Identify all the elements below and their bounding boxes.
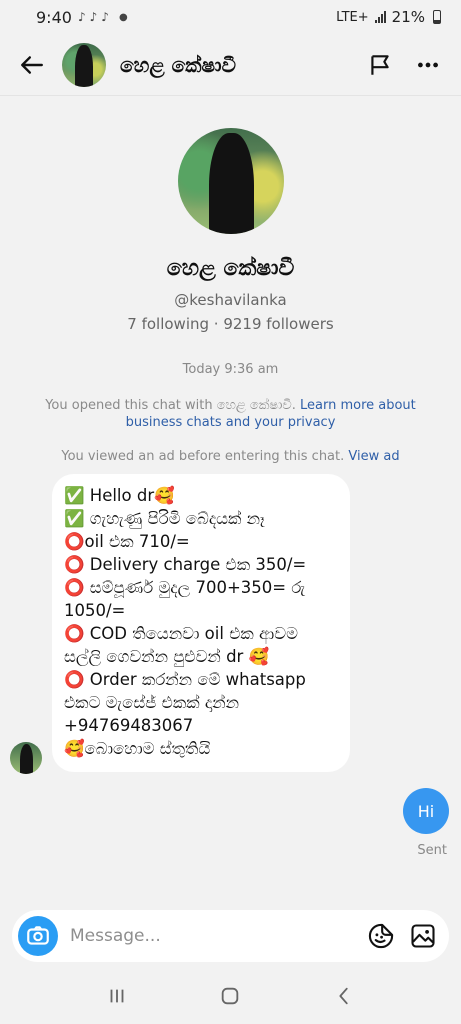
- outgoing-message-bubble[interactable]: Hi: [403, 788, 449, 834]
- message-line: ⭕ Order කරන්න මේ whatsapp එකට මැසේජ් එකක…: [64, 670, 306, 735]
- message-line: ✅ ගැහැණු පිරිමි බේදයක් නෑ: [64, 509, 265, 528]
- home-button[interactable]: [210, 976, 250, 1016]
- message-composer: [12, 910, 449, 962]
- header-title[interactable]: හෙළ කේෂාවී: [120, 53, 236, 77]
- header-actions: [367, 52, 447, 78]
- more-notifications-icon: ●: [118, 11, 128, 23]
- tiktok-icon: ♪: [101, 10, 109, 24]
- signal-icon: [374, 11, 386, 23]
- message-line: ⭕ සම්පූර්ණ මුදල 700+350= රු 1050/=: [64, 578, 306, 620]
- notice-text: You opened this chat with හෙළ කේෂාවී.: [45, 398, 296, 413]
- system-nav-bar: [0, 968, 461, 1024]
- incoming-message-bubble[interactable]: ✅ Hello dr🥰 ✅ ගැහැණු පිරිමි බේදයක් නෑ ⭕o…: [52, 474, 350, 772]
- profile-card: හෙළ කේෂාවී @keshavilanka 7 following · 9…: [0, 128, 461, 333]
- sender-avatar[interactable]: [10, 742, 42, 774]
- recent-apps-icon: [110, 989, 124, 1003]
- back-button[interactable]: [14, 47, 50, 83]
- system-back-button[interactable]: [324, 976, 364, 1016]
- arrow-left-icon: [21, 55, 43, 74]
- notice-text: You viewed an ad before entering this ch…: [61, 449, 345, 464]
- tiktok-icon: ♪: [77, 10, 86, 24]
- profile-stats: 7 following · 9219 followers: [127, 315, 334, 333]
- message-line: ⭕ COD තියෙනවා oil එක ආවම සල්ලි ගෙවන්න පු…: [64, 624, 298, 666]
- message-status: Sent: [417, 843, 447, 858]
- profile-handle: @keshavilanka: [174, 291, 287, 309]
- composer-actions: [367, 922, 441, 950]
- message-input[interactable]: [70, 926, 367, 946]
- battery-icon: [433, 10, 441, 24]
- sticker-icon[interactable]: [367, 922, 395, 950]
- profile-name: හෙළ කේෂාවී: [166, 256, 295, 281]
- flag-icon[interactable]: [367, 52, 393, 78]
- chat-header: හෙළ කේෂාවී: [0, 34, 461, 96]
- camera-button[interactable]: [18, 916, 58, 956]
- camera-icon: [27, 926, 49, 945]
- home-icon: [222, 987, 239, 1005]
- recent-apps-button[interactable]: [97, 976, 137, 1016]
- message-line: ✅ Hello dr🥰: [64, 486, 175, 505]
- message-line: ⭕oil එක 710/=: [64, 532, 190, 551]
- battery-level: 21%: [391, 8, 425, 26]
- view-ad-link[interactable]: View ad: [348, 449, 399, 464]
- message-line: ⭕ Delivery charge එක 350/=: [64, 555, 307, 574]
- ad-notice: You viewed an ad before entering this ch…: [40, 448, 421, 465]
- notification-icons: ♪ ♪ ♪: [78, 10, 109, 24]
- message-line: 🥰බොහොම ස්තුතියි: [64, 739, 211, 758]
- chat-timestamp: Today 9:36 am: [182, 362, 279, 377]
- status-time: 9:40: [36, 7, 72, 27]
- status-right: LTE+ 21%: [336, 8, 441, 26]
- header-avatar[interactable]: [62, 42, 106, 87]
- tiktok-icon: ♪: [89, 10, 98, 24]
- status-bar: 9:40 ♪ ♪ ♪ ● LTE+ 21%: [0, 0, 461, 34]
- status-left: 9:40 ♪ ♪ ♪ ●: [36, 8, 128, 27]
- more-horizontal-icon[interactable]: [415, 52, 441, 78]
- chevron-left-icon: [339, 987, 348, 1005]
- gallery-icon[interactable]: [409, 922, 437, 950]
- network-type: LTE+: [336, 9, 369, 25]
- profile-avatar[interactable]: [177, 128, 284, 234]
- business-chat-notice: You opened this chat with හෙළ කේෂාවී. Le…: [40, 397, 421, 431]
